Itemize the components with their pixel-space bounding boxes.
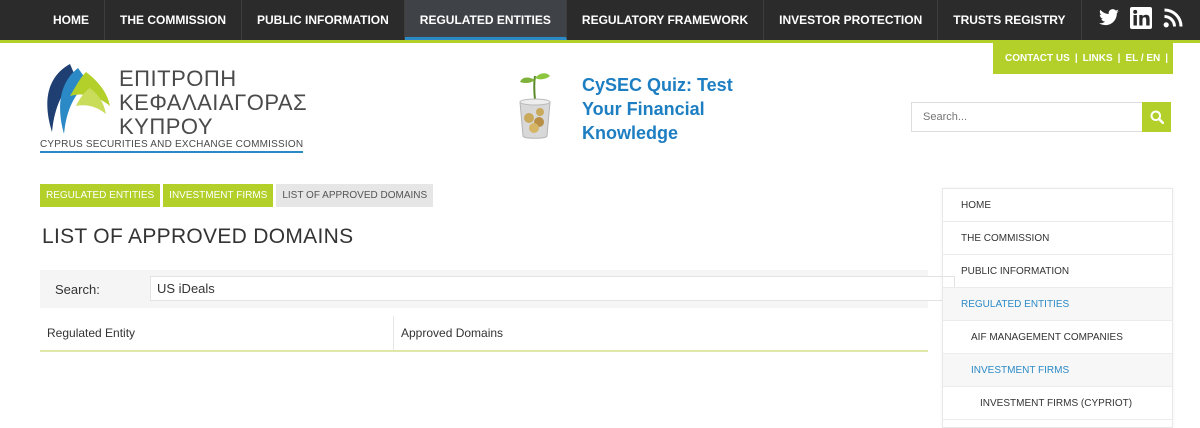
nav-public-information[interactable]: PUBLIC INFORMATION: [242, 0, 405, 40]
breadcrumb-regulated-entities[interactable]: REGULATED ENTITIES: [40, 184, 161, 207]
search-icon: [1150, 110, 1164, 124]
nav-home[interactable]: HOME: [38, 0, 105, 40]
breadcrumb-current: LIST OF APPROVED DOMAINS: [276, 184, 434, 207]
main-menu: HOME THE COMMISSION PUBLIC INFORMATION R…: [38, 0, 1082, 40]
rss-icon[interactable]: [1162, 7, 1184, 29]
links-link[interactable]: LINKS: [1083, 53, 1113, 64]
social-links: [1098, 7, 1184, 29]
table-search-label: Search:: [55, 282, 100, 297]
twitter-icon[interactable]: [1098, 7, 1120, 29]
domains-table-header: Regulated Entity Approved Domains: [40, 316, 928, 352]
table-filter: Search:: [40, 270, 955, 308]
quiz-line-2: Your Financial: [582, 99, 705, 119]
top-navigation: HOME THE COMMISSION PUBLIC INFORMATION R…: [0, 0, 1200, 40]
logo-english-text: CYPRUS SECURITIES AND EXCHANGE COMMISSIO…: [40, 139, 304, 153]
nav-regulated-entities[interactable]: REGULATED ENTITIES: [404, 0, 567, 40]
sidebar-item-home[interactable]: HOME: [943, 189, 1172, 222]
nav-regulatory-framework[interactable]: REGULATORY FRAMEWORK: [567, 0, 765, 40]
nav-investor-protection[interactable]: INVESTOR PROTECTION: [764, 0, 939, 40]
contact-us-link[interactable]: CONTACT US: [1005, 53, 1070, 64]
quiz-title: CySEC Quiz: Test Your Financial Knowledg…: [582, 73, 762, 145]
sidebar-item-public-information[interactable]: PUBLIC INFORMATION: [943, 255, 1172, 288]
site-search: [911, 102, 1171, 132]
language-switch[interactable]: EL / EN: [1125, 53, 1160, 64]
page-title: LIST OF APPROVED DOMAINS: [42, 225, 354, 248]
nav-trusts-registry[interactable]: TRUSTS REGISTRY: [938, 0, 1082, 40]
separator: |: [1074, 53, 1078, 64]
cysec-logo[interactable]: ΕΠΙΤΡΟΠΗ ΚΕΦΑΛΑΙΑΓΟΡΑΣ ΚΥΠΡΟΥ CYPRUS SEC…: [40, 60, 307, 156]
separator: |: [1165, 53, 1169, 64]
sidebar-item-investment-firms-cypriot[interactable]: INVESTMENT FIRMS (CYPRIOT): [943, 387, 1172, 420]
logo-greek-text: ΕΠΙΤΡΟΠΗ ΚΕΦΑΛΑΙΑΓΟΡΑΣ ΚΥΠΡΟΥ: [119, 67, 307, 139]
site-search-button[interactable]: [1142, 102, 1171, 132]
logo-mark-icon: [47, 64, 110, 134]
sidebar-item-the-commission[interactable]: THE COMMISSION: [943, 222, 1172, 255]
sidebar-item-investment-firms[interactable]: INVESTMENT FIRMS: [943, 354, 1172, 387]
column-approved-domains[interactable]: Approved Domains: [394, 316, 928, 350]
quiz-line-3: Knowledge: [582, 123, 679, 143]
sidebar-item-aif-management-companies[interactable]: AIF MANAGEMENT COMPANIES: [943, 321, 1172, 354]
quiz-line-1: CySEC Quiz: Test: [582, 75, 733, 95]
column-regulated-entity[interactable]: Regulated Entity: [40, 316, 394, 350]
sidebar-menu: HOME THE COMMISSION PUBLIC INFORMATION R…: [942, 188, 1173, 428]
utility-links: CONTACT US | LINKS | EL / EN |: [993, 43, 1173, 74]
nav-the-commission[interactable]: THE COMMISSION: [105, 0, 243, 40]
linkedin-icon[interactable]: [1130, 7, 1152, 29]
quiz-banner[interactable]: CySEC Quiz: Test Your Financial Knowledg…: [512, 70, 762, 145]
separator: |: [1117, 53, 1121, 64]
sidebar-item-regulated-entities[interactable]: REGULATED ENTITIES: [943, 288, 1172, 321]
logo-greek-line-1: ΕΠΙΤΡΟΠΗ: [119, 66, 237, 91]
table-search-input[interactable]: [150, 276, 955, 301]
breadcrumb: REGULATED ENTITIES INVESTMENT FIRMS LIST…: [40, 184, 434, 207]
site-search-input[interactable]: [911, 102, 1143, 132]
logo-greek-line-2: ΚΕΦΑΛΑΙΑΓΟΡΑΣ: [119, 90, 308, 115]
breadcrumb-investment-firms[interactable]: INVESTMENT FIRMS: [163, 184, 274, 207]
logo-greek-line-3: ΚΥΠΡΟΥ: [119, 114, 213, 139]
money-jar-icon: [519, 73, 551, 139]
